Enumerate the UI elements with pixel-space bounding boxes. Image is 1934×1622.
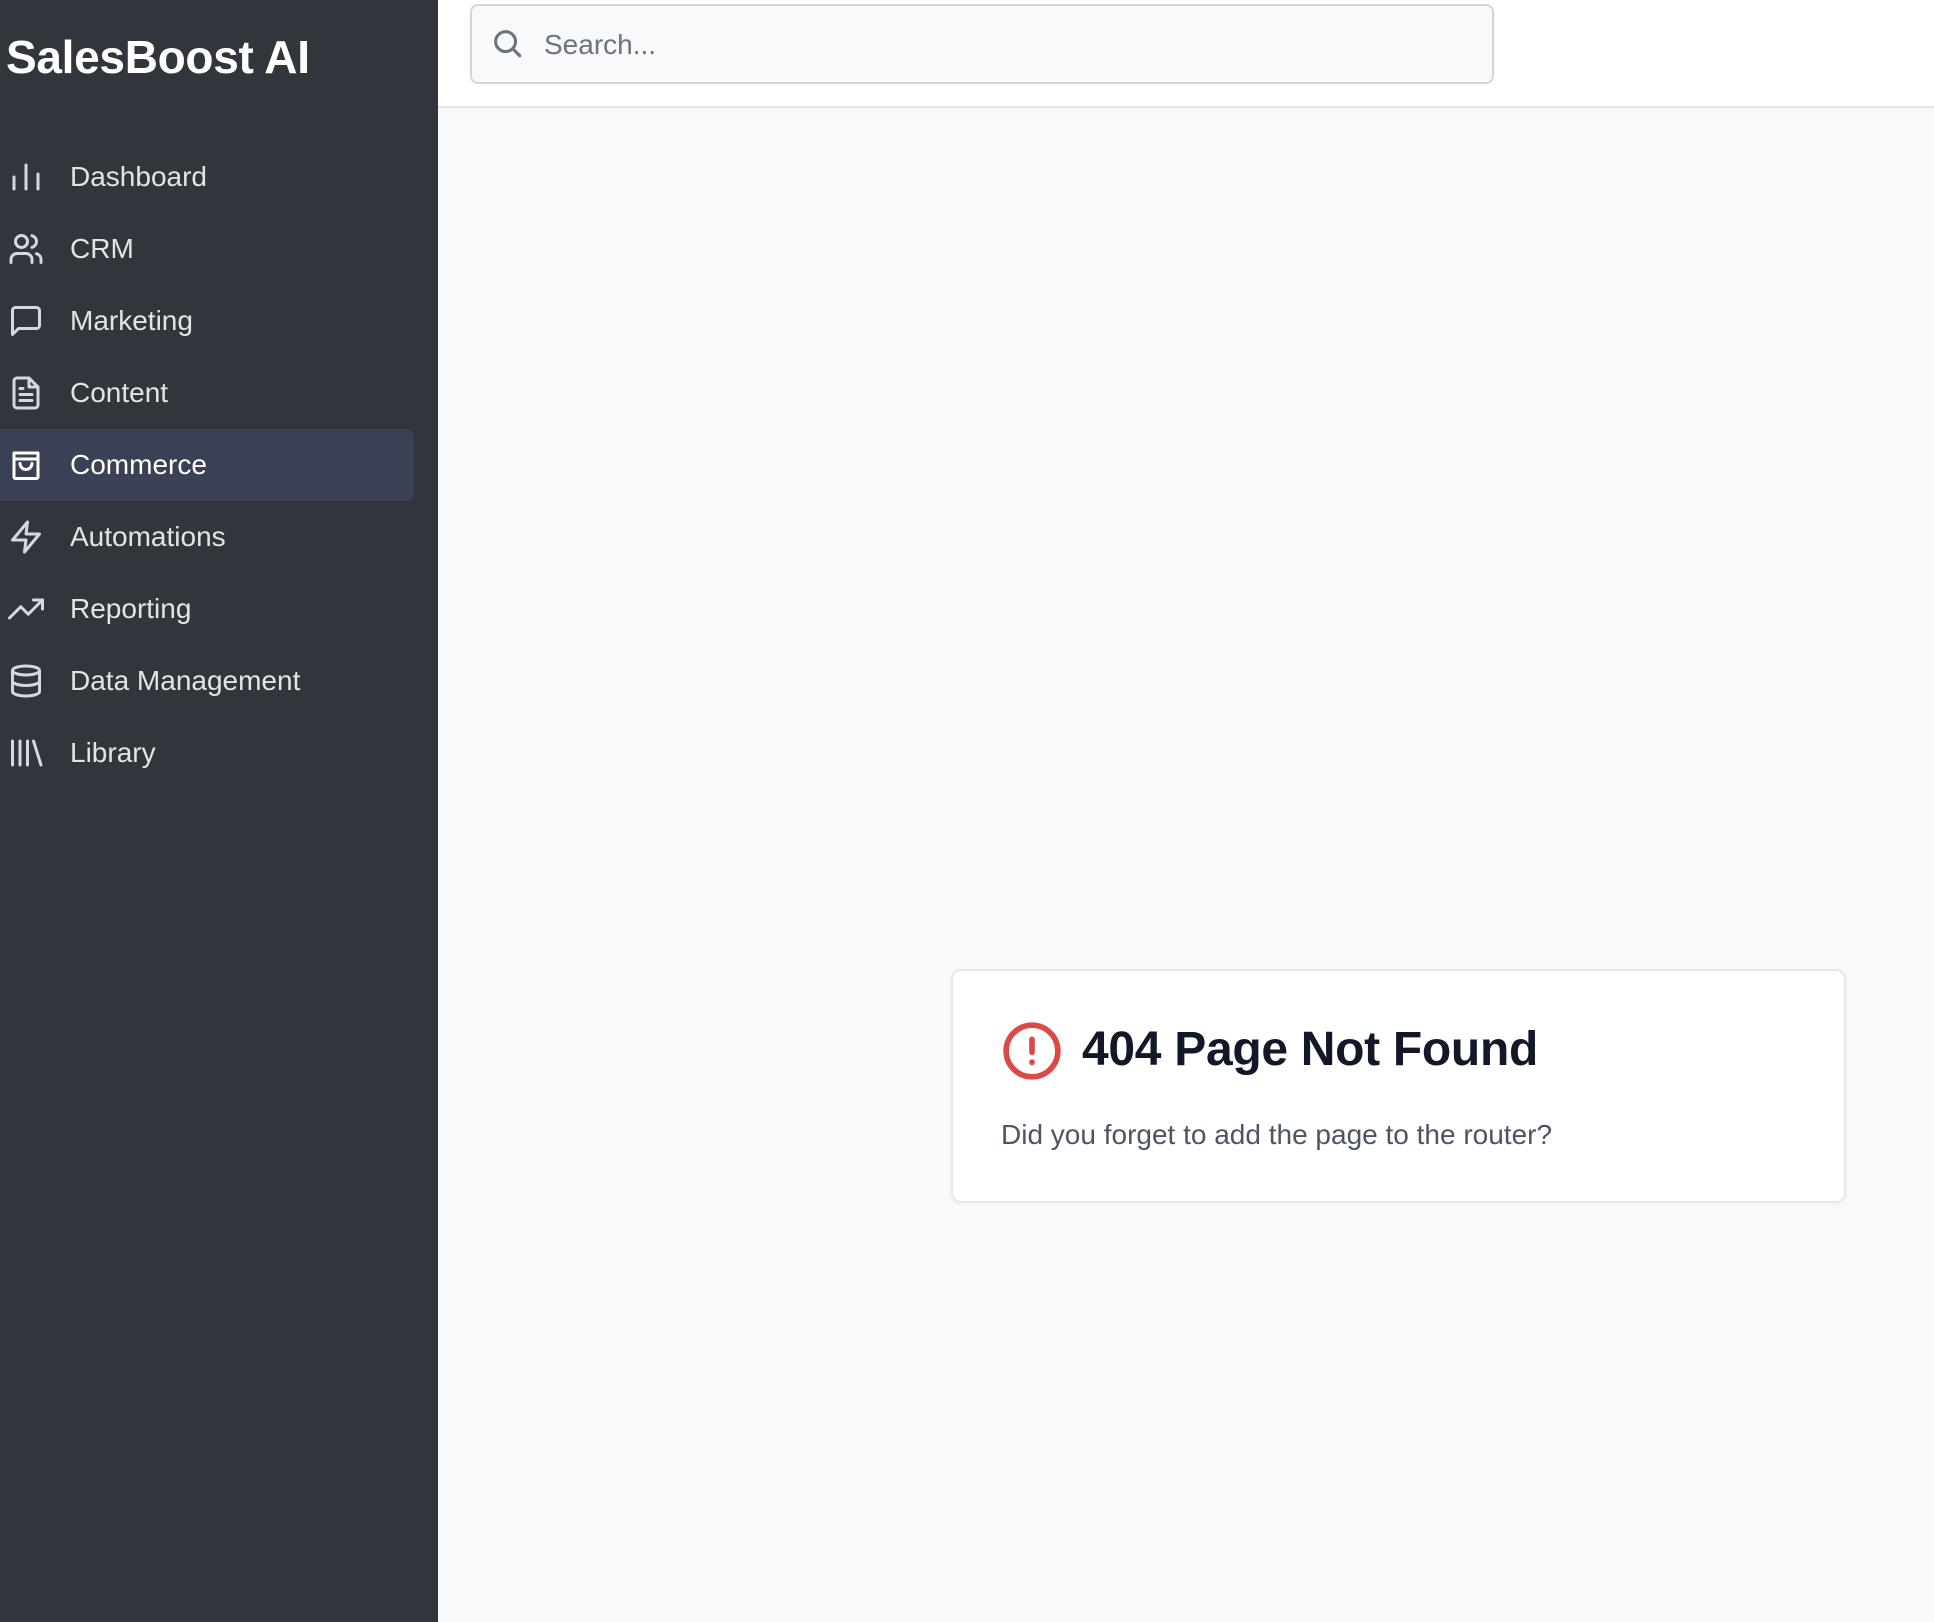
message-square-icon xyxy=(8,303,44,339)
sidebar-item-data-management[interactable]: Data Management xyxy=(0,645,414,717)
sidebar-item-label: Dashboard xyxy=(70,161,207,192)
database-icon xyxy=(8,663,44,699)
sidebar-item-crm[interactable]: CRM xyxy=(0,213,414,285)
sidebar-item-reporting[interactable]: Reporting xyxy=(0,573,414,645)
sidebar-item-commerce[interactable]: Commerce xyxy=(0,429,414,501)
library-icon xyxy=(8,735,44,771)
file-text-icon xyxy=(8,375,44,411)
zap-icon xyxy=(8,519,44,555)
brand-title: SalesBoost AI xyxy=(6,31,310,83)
sidebar-item-label: Data Management xyxy=(70,665,301,696)
sidebar-item-library[interactable]: Library xyxy=(0,717,414,789)
sidebar-item-label: CRM xyxy=(70,233,134,264)
app-root: SalesBoost AI Dashboard CRM Marketing Co… xyxy=(0,0,1934,1622)
error-message: Did you forget to add the page to the ro… xyxy=(1001,1119,1553,1150)
sidebar-item-label: Automations xyxy=(70,521,226,552)
error-title: 404 Page Not Found xyxy=(1082,1023,1538,1076)
users-icon xyxy=(8,231,44,267)
search-box[interactable] xyxy=(470,4,1494,84)
error-card: 404 Page Not Found Did you forget to add… xyxy=(951,969,1846,1203)
sidebar-item-marketing[interactable]: Marketing xyxy=(0,285,414,357)
sidebar-item-label: Reporting xyxy=(70,593,192,624)
sidebar: SalesBoost AI Dashboard CRM Marketing Co… xyxy=(0,0,438,1622)
sidebar-item-label: Library xyxy=(70,737,156,768)
top-header xyxy=(438,0,1934,108)
sidebar-item-dashboard[interactable]: Dashboard xyxy=(0,141,414,213)
trending-up-icon xyxy=(8,591,44,627)
bar-chart-icon xyxy=(8,159,44,195)
shopping-bag-icon xyxy=(8,447,44,483)
alert-circle-icon xyxy=(1001,1020,1063,1082)
sidebar-item-label: Commerce xyxy=(70,449,207,480)
sidebar-item-label: Marketing xyxy=(70,305,193,336)
sidebar-nav: Dashboard CRM Marketing Content Commerce… xyxy=(0,141,438,789)
sidebar-item-automations[interactable]: Automations xyxy=(0,501,414,573)
sidebar-item-content[interactable]: Content xyxy=(0,357,414,429)
search-icon xyxy=(490,26,524,60)
sidebar-item-label: Content xyxy=(70,377,169,408)
search-input[interactable] xyxy=(544,20,1464,70)
